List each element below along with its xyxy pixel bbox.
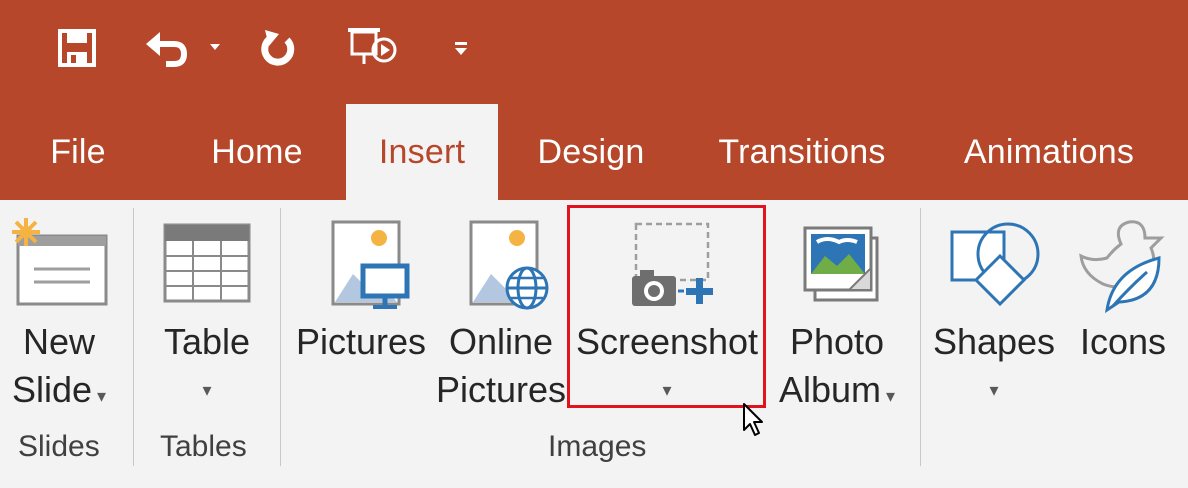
new-slide-label-line2-text: Slide <box>11 369 92 410</box>
icons-label: Icons <box>1079 321 1167 362</box>
online-pictures-label-line1: Online <box>448 321 554 362</box>
new-slide-label-line1: New <box>22 321 96 362</box>
table-icon <box>162 210 252 318</box>
tab-insert[interactable]: Insert <box>346 104 498 200</box>
customize-qat-icon[interactable] <box>446 22 476 74</box>
screenshot-highlight-box <box>567 205 766 408</box>
table-label: Table <box>163 321 251 362</box>
group-label-tables: Tables <box>160 430 247 463</box>
chevron-down-icon: ▾ <box>92 386 107 406</box>
undo-icon[interactable] <box>140 22 230 74</box>
shapes-icon <box>944 210 1044 318</box>
pictures-button[interactable]: Pictures <box>294 210 428 366</box>
shapes-button[interactable]: Shapes ▾ <box>930 210 1058 414</box>
group-separator <box>920 208 921 466</box>
tab-file[interactable]: File <box>22 104 134 200</box>
group-label-slides: Slides <box>18 430 100 463</box>
online-pictures-icon <box>451 210 551 318</box>
new-slide-label-line2: Slide ▾ <box>12 366 106 420</box>
tab-transitions[interactable]: Transitions <box>698 104 906 200</box>
icons-button[interactable]: Icons <box>1072 210 1174 366</box>
group-label-images: Images <box>548 430 647 463</box>
chevron-down-icon: ▾ <box>881 386 896 406</box>
new-slide-icon <box>4 210 114 318</box>
photo-album-label-line2-text: Album <box>778 369 881 410</box>
table-button[interactable]: Table ▾ <box>148 210 266 414</box>
save-icon[interactable] <box>52 22 102 74</box>
pictures-label: Pictures <box>295 321 427 362</box>
new-slide-button[interactable]: New Slide ▾ <box>0 210 118 420</box>
pictures-icon <box>311 210 411 318</box>
group-separator <box>280 208 281 466</box>
chevron-down-icon: ▾ <box>989 380 999 400</box>
chevron-down-icon: ▾ <box>202 380 212 400</box>
icons-icon <box>1073 210 1173 318</box>
online-pictures-button[interactable]: Online Pictures <box>436 210 566 414</box>
tab-home[interactable]: Home <box>186 104 328 200</box>
tab-animations[interactable]: Animations <box>944 104 1154 200</box>
start-slideshow-icon[interactable] <box>342 22 402 74</box>
shapes-label: Shapes <box>932 321 1056 362</box>
photo-album-icon <box>787 210 887 318</box>
mouse-cursor-icon <box>742 402 766 443</box>
online-pictures-label-line2: Pictures <box>435 369 567 410</box>
photo-album-label-line1: Photo <box>789 321 885 362</box>
tab-design[interactable]: Design <box>518 104 664 200</box>
photo-album-label-line2: Album ▾ <box>779 366 895 420</box>
photo-album-button[interactable]: Photo Album ▾ <box>770 210 904 420</box>
redo-icon[interactable] <box>254 22 304 74</box>
group-separator <box>133 208 134 466</box>
